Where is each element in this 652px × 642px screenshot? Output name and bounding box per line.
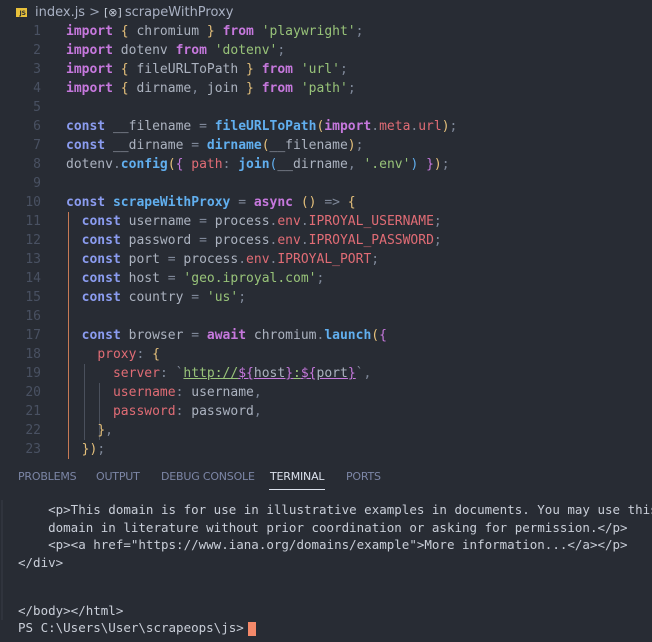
line-number: 22 [25, 423, 41, 438]
code-text: const __dirname = dirname(__filename); [66, 138, 364, 153]
code-line[interactable]: 1 import { chromium } from 'playwright'; [0, 22, 652, 41]
terminal-gutter [1, 500, 3, 620]
line-number: 4 [33, 81, 41, 96]
breadcrumb: JS index.js > [⊗] scrapeWithProxy [0, 0, 652, 24]
code-line[interactable]: 23 }); [0, 440, 652, 459]
code-text: const password = process.env.IPROYAL_PAS… [81, 233, 442, 248]
panel-tabs: PROBLEMS OUTPUT DEBUG CONSOLE TERMINAL PORTS [0, 462, 652, 490]
code-line[interactable]: 6 const __filename = fileURLToPath(import… [0, 117, 652, 136]
code-text: import { dirname, join } from 'path'; [66, 81, 356, 96]
line-number: 9 [33, 176, 41, 191]
code-text: const scrapeWithProxy = async () => { [66, 195, 356, 210]
line-number: 17 [25, 328, 41, 343]
terminal-output-line: </body></html> [18, 603, 124, 618]
code-line[interactable]: 5 [0, 98, 652, 117]
line-number: 12 [25, 233, 41, 248]
tab-problems[interactable]: PROBLEMS [18, 470, 77, 483]
code-text: username: username, [112, 385, 262, 400]
line-number: 8 [33, 157, 41, 172]
terminal-output-line: <p>This domain is for use in illustrativ… [18, 502, 652, 517]
tab-output[interactable]: OUTPUT [96, 470, 140, 483]
terminal-output-line: </div> [18, 554, 64, 570]
line-number: 3 [33, 62, 41, 77]
code-text: proxy: { [97, 347, 160, 362]
tab-ports[interactable]: PORTS [346, 470, 381, 483]
code-line[interactable]: 7 const __dirname = dirname(__filename); [0, 136, 652, 155]
code-text: import { fileURLToPath } from 'url'; [66, 62, 348, 77]
line-number: 21 [25, 404, 41, 419]
javascript-file-icon: JS [16, 7, 27, 17]
code-text: const browser = await chromium.launch({ [81, 328, 387, 343]
code-text: dotenv.config({ path: join(__dirname, '.… [66, 157, 450, 172]
code-line[interactable]: 3 import { fileURLToPath } from 'url'; [0, 60, 652, 79]
breadcrumb-file[interactable]: index.js [35, 5, 85, 20]
line-number: 16 [25, 309, 41, 324]
code-line[interactable]: 9 [0, 174, 652, 193]
terminal-prompt: PS C:\Users\User\scrapeops\js> [18, 620, 244, 635]
line-number: 2 [33, 43, 41, 58]
code-line[interactable]: 14 const host = 'geo.iproyal.com'; [0, 269, 652, 288]
line-number: 5 [33, 100, 41, 115]
terminal-prompt-line[interactable]: PS C:\Users\User\scrapeops\js> [18, 619, 256, 637]
line-number: 15 [25, 290, 41, 305]
code-line[interactable]: 8 dotenv.config({ path: join(__dirname, '… [0, 155, 652, 174]
code-line[interactable]: 16 [0, 307, 652, 326]
tab-terminal[interactable]: TERMINAL [268, 470, 326, 490]
terminal-cursor [247, 621, 256, 636]
code-line[interactable]: 4 import { dirname, join } from 'path'; [0, 79, 652, 98]
code-text: import { chromium } from 'playwright'; [66, 24, 364, 39]
chevron-right-icon: > [89, 4, 100, 20]
code-line[interactable]: 19 server: `http://${host}:${port}`, [0, 364, 652, 383]
line-number: 18 [25, 347, 41, 362]
line-number: 11 [25, 214, 41, 229]
code-text: const username = process.env.IPROYAL_USE… [81, 214, 442, 229]
code-line[interactable]: 21 password: password, [0, 402, 652, 421]
code-text: }, [97, 423, 113, 438]
code-line[interactable]: 2 import dotenv from 'dotenv'; [0, 41, 652, 60]
code-text: const country = 'us'; [81, 290, 247, 305]
line-number: 7 [33, 138, 41, 153]
code-text: const port = process.env.IPROYAL_PORT; [81, 252, 380, 267]
code-text: const host = 'geo.iproyal.com'; [81, 271, 325, 286]
line-number: 20 [25, 385, 41, 400]
code-editor[interactable]: 1 import { chromium } from 'playwright'; 2… [0, 22, 652, 459]
line-number: 6 [33, 119, 41, 134]
code-line[interactable]: 20 username: username, [0, 383, 652, 402]
code-line[interactable]: 12 const password = process.env.IPROYAL_… [0, 231, 652, 250]
line-number: 13 [25, 252, 41, 267]
code-line[interactable]: 18 proxy: { [0, 345, 652, 364]
terminal-output-line: <p><a href="https://www.iana.org/domains… [18, 537, 628, 552]
terminal-output-line: domain in literature without prior coord… [18, 519, 628, 535]
breadcrumb-symbol[interactable]: scrapeWithProxy [125, 5, 234, 20]
code-line[interactable]: 22 }, [0, 421, 652, 440]
code-text: const __filename = fileURLToPath(import.… [66, 119, 458, 134]
code-line[interactable]: 15 const country = 'us'; [0, 288, 652, 307]
code-text: }); [81, 442, 106, 457]
line-number: 14 [25, 271, 41, 286]
variable-symbol-icon: [⊗] [104, 5, 122, 19]
code-text: password: password, [112, 404, 262, 419]
code-line[interactable]: 17 const browser = await chromium.launch… [0, 326, 652, 345]
line-number: 23 [25, 442, 41, 457]
code-line[interactable]: 10 const scrapeWithProxy = async () => { [0, 193, 652, 212]
code-line[interactable]: 13 const port = process.env.IPROYAL_PORT… [0, 250, 652, 269]
code-text: server: `http://${host}:${port}`, [112, 366, 372, 381]
code-line[interactable]: 11 const username = process.env.IPROYAL_… [0, 212, 652, 231]
tab-debug-console[interactable]: DEBUG CONSOLE [161, 470, 255, 483]
line-number: 10 [25, 195, 41, 210]
line-number: 1 [33, 24, 41, 39]
line-number: 19 [25, 366, 41, 381]
code-text: import dotenv from 'dotenv'; [66, 43, 286, 58]
